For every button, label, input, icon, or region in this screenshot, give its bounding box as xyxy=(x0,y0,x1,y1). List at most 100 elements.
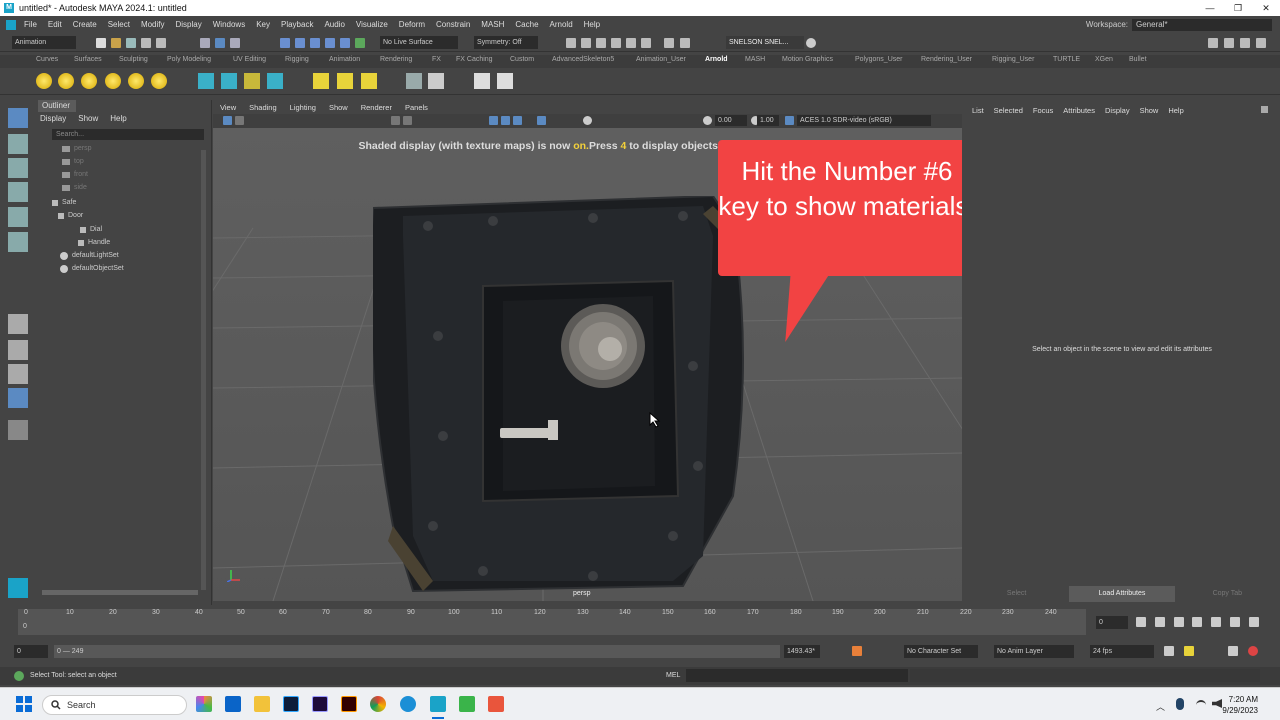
arnold-render-icon[interactable] xyxy=(641,38,651,48)
make-live-icon[interactable] xyxy=(355,38,365,48)
attr-menu-show[interactable]: Show xyxy=(1140,106,1159,115)
outliner-scrollbar[interactable] xyxy=(201,150,206,590)
ipr-render-icon[interactable] xyxy=(581,38,591,48)
shelf-tab-arnold[interactable]: Arnold xyxy=(705,56,728,63)
attr-menu-display[interactable]: Display xyxy=(1105,106,1130,115)
select-component-icon[interactable] xyxy=(230,38,240,48)
pin-icon[interactable] xyxy=(1261,106,1268,113)
viewport-menu-renderer[interactable]: Renderer xyxy=(354,103,398,112)
color-management-icon[interactable] xyxy=(785,116,794,125)
shadows-icon[interactable] xyxy=(537,116,546,125)
maximize-button[interactable]: ❐ xyxy=(1224,3,1252,14)
shelf-tab-motion-graphics[interactable]: Motion Graphics xyxy=(782,56,833,63)
copilot-icon[interactable] xyxy=(196,696,212,712)
viewport-menu-lighting[interactable]: Lighting xyxy=(283,103,322,112)
isolate-select-icon[interactable] xyxy=(583,116,592,125)
attr-menu-focus[interactable]: Focus xyxy=(1033,106,1053,115)
step-back-key-icon[interactable] xyxy=(1155,617,1165,627)
shelf-tab-curves[interactable]: Curves xyxy=(36,56,58,63)
windows-start-icon[interactable] xyxy=(16,696,32,712)
view-transform-dropdown[interactable]: ACES 1.0 SDR-video (sRGB) xyxy=(797,115,931,126)
menu-cache[interactable]: Cache xyxy=(510,20,544,29)
shelf-tab-fx-caching[interactable]: FX Caching xyxy=(456,56,493,63)
menu-modify[interactable]: Modify xyxy=(136,20,171,29)
render-view-shelf-icon[interactable] xyxy=(406,73,422,89)
learning-icon[interactable] xyxy=(806,38,816,48)
attr-menu-help[interactable]: Help xyxy=(1168,106,1183,115)
browser-icon[interactable] xyxy=(400,696,416,712)
outliner-node-top[interactable]: top xyxy=(62,155,84,168)
step-forward-frame-icon[interactable] xyxy=(1230,617,1240,627)
wireframe-icon[interactable] xyxy=(489,116,498,125)
live-surface-field[interactable]: No Live Surface xyxy=(380,36,458,49)
minimize-button[interactable]: — xyxy=(1196,3,1224,14)
render-view-icon[interactable] xyxy=(626,38,636,48)
anim-layer-dropdown[interactable]: No Anim Layer xyxy=(994,645,1074,658)
render-frame-icon[interactable] xyxy=(566,38,576,48)
search-tool-icon[interactable] xyxy=(8,420,28,440)
menu-deform[interactable]: Deform xyxy=(394,20,431,29)
shelf-tab-surfaces[interactable]: Surfaces xyxy=(74,56,102,63)
chrome-icon[interactable] xyxy=(370,696,386,712)
gamma-field[interactable]: 1.00 xyxy=(757,115,779,126)
shelf-tab-sculpting[interactable]: Sculpting xyxy=(119,56,148,63)
outliner-node-side[interactable]: side xyxy=(62,181,87,194)
menu-create[interactable]: Create xyxy=(68,20,103,29)
select-object-icon[interactable] xyxy=(215,38,225,48)
grid-icon[interactable] xyxy=(391,116,400,125)
open-scene-icon[interactable] xyxy=(111,38,121,48)
exposure-field[interactable]: 0.00 xyxy=(715,115,747,126)
shelf-tab-fx[interactable]: FX xyxy=(432,56,441,63)
shelf-tab-uv-editing[interactable]: UV Editing xyxy=(233,56,266,63)
select-tool-icon[interactable] xyxy=(8,108,28,128)
volume-icon[interactable] xyxy=(244,73,260,89)
outliner-node-safe[interactable]: Safe xyxy=(52,196,76,209)
shelf-tab-rendering-user[interactable]: Rendering_User xyxy=(921,56,972,63)
outliner-horizontal-scrollbar[interactable] xyxy=(42,590,198,595)
shelf-tab-animation-user[interactable]: Animation_User xyxy=(636,56,686,63)
shelf-tab-turtle[interactable]: TURTLE xyxy=(1053,56,1080,63)
premiere-icon[interactable] xyxy=(312,696,328,712)
menu-visualize[interactable]: Visualize xyxy=(351,20,394,29)
shelf-tab-xgen[interactable]: XGen xyxy=(1095,56,1113,63)
tool-settings-toggle-icon[interactable] xyxy=(1240,38,1250,48)
shelf-tab-rendering[interactable]: Rendering xyxy=(380,56,412,63)
area-light-icon[interactable] xyxy=(36,73,52,89)
attr-copy-tab-button[interactable]: Copy Tab xyxy=(1175,586,1280,602)
outliner-node-dial[interactable]: Dial xyxy=(80,223,102,236)
menu-help[interactable]: Help xyxy=(579,20,606,29)
shelf-tab-rigging-user[interactable]: Rigging_User xyxy=(992,56,1034,63)
outlook-icon[interactable] xyxy=(225,696,241,712)
camtasia-icon[interactable] xyxy=(459,696,475,712)
outliner-tab[interactable]: Outliner xyxy=(38,100,76,112)
range-slider-bar[interactable]: 0 — 249 xyxy=(54,645,780,658)
shelf-tab-mash[interactable]: MASH xyxy=(745,56,765,63)
snap-view-icon[interactable] xyxy=(325,38,335,48)
menu-display[interactable]: Display xyxy=(171,20,208,29)
save-scene-icon[interactable] xyxy=(126,38,136,48)
loop-icon[interactable] xyxy=(1164,646,1174,656)
menu-edit[interactable]: Edit xyxy=(43,20,68,29)
camera-attributes-icon[interactable] xyxy=(235,116,244,125)
ipr-eye-icon[interactable] xyxy=(474,73,490,89)
export-standin-icon[interactable] xyxy=(221,73,237,89)
end-time-field[interactable]: 1493.43* xyxy=(784,645,820,658)
render-settings-icon[interactable] xyxy=(596,38,606,48)
outliner-node-front[interactable]: front xyxy=(62,168,88,181)
viewport-menu-panels[interactable]: Panels xyxy=(398,103,434,112)
start-time-field[interactable]: 0 xyxy=(14,645,48,658)
lasso-tool-icon[interactable] xyxy=(8,134,28,154)
play-backwards-icon[interactable] xyxy=(1192,617,1202,627)
menuset-dropdown[interactable]: Animation xyxy=(12,36,76,49)
redo-icon[interactable] xyxy=(156,38,166,48)
attr-menu-selected[interactable]: Selected xyxy=(994,106,1023,115)
physical-sky-icon[interactable] xyxy=(151,73,167,89)
hypershade-icon[interactable] xyxy=(611,38,621,48)
user-account-dropdown[interactable]: SNELSON SNEL... xyxy=(726,36,804,49)
operator-icon[interactable] xyxy=(337,73,353,89)
menu-file[interactable]: File xyxy=(19,20,43,29)
new-scene-icon[interactable] xyxy=(96,38,106,48)
shelf-tab-bullet[interactable]: Bullet xyxy=(1129,56,1147,63)
curve-collector-icon[interactable] xyxy=(267,73,283,89)
shelf-tab-poly-modeling[interactable]: Poly Modeling xyxy=(167,56,211,63)
